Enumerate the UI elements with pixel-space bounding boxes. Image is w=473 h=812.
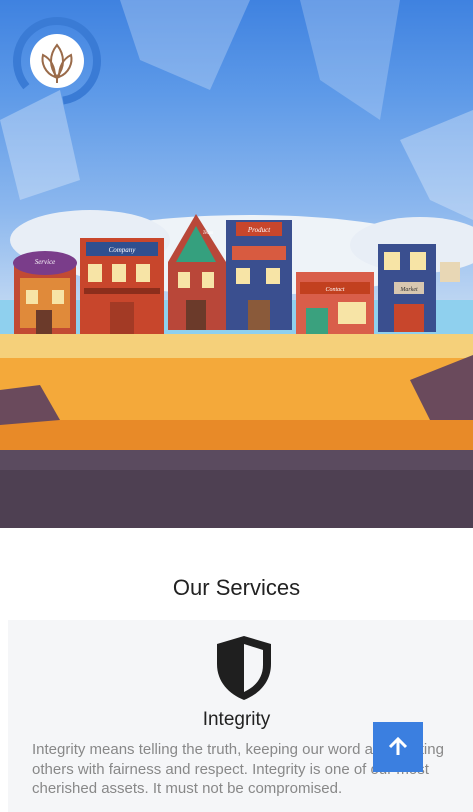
page: Service Company Team Product Contact Mar… [0,0,473,812]
building-service: Service [13,251,77,334]
sign-team: Team [203,231,214,236]
site-logo[interactable] [11,15,103,107]
arrow-up-icon [388,736,408,755]
shield-icon [217,636,271,700]
sign-market: Market [399,287,418,293]
hero-banner: Service Company Team Product Contact Mar… [0,0,473,528]
back-to-top-button[interactable] [373,722,423,772]
building-company: Company [80,238,164,334]
sign-service: Service [35,258,56,266]
services-heading: Our Services [172,575,301,600]
sign-company: Company [109,246,137,254]
sign-contact: Contact [326,287,345,293]
building-contact: Contact [296,272,374,338]
building-product: Product [226,220,292,330]
sign-product: Product [247,226,271,234]
